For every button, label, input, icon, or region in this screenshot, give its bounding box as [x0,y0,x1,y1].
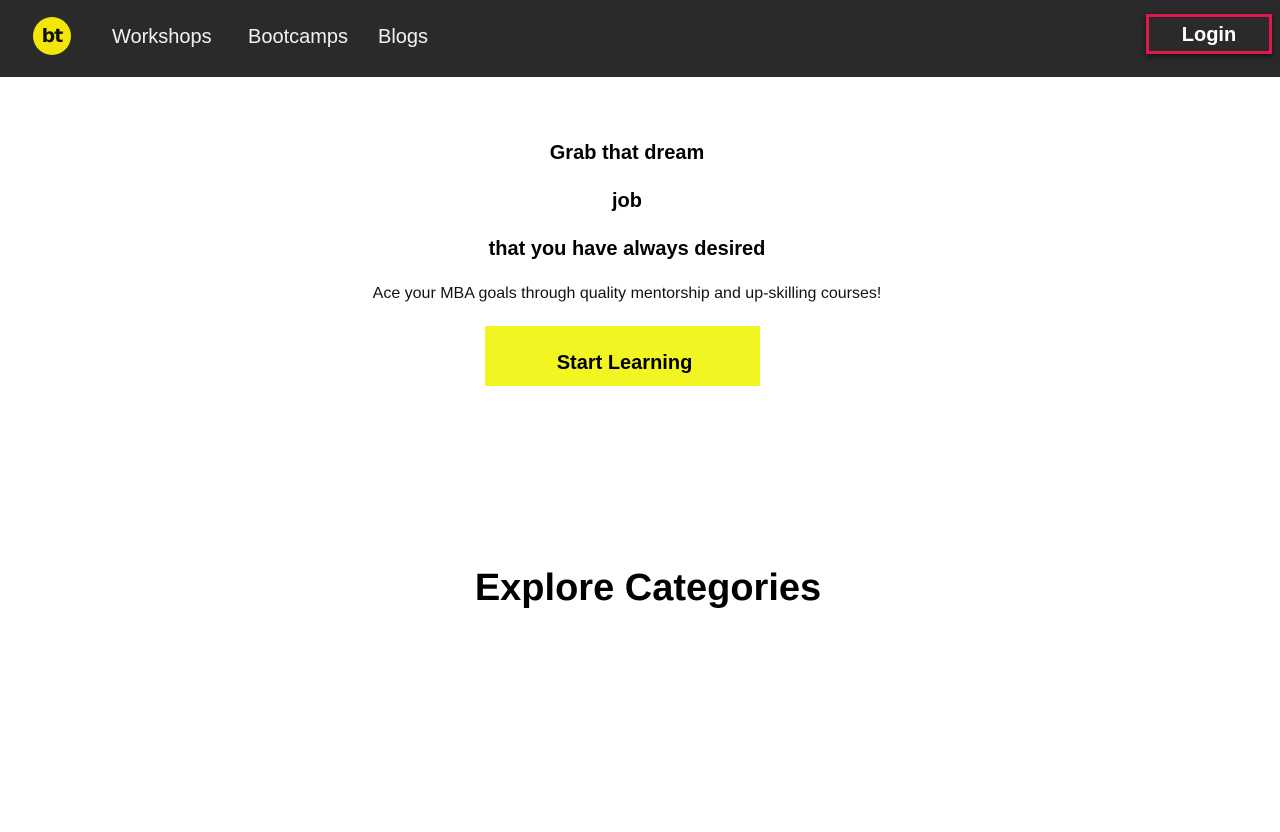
hero-headline-line-3: that you have always desired [488,238,766,260]
nav-link-bootcamps[interactable]: Bootcamps [248,24,348,50]
hero-headline-line-1: Grab that dream [549,142,705,164]
hero-headline-line-2: job [612,190,642,212]
brand-logo[interactable]: bt [33,17,71,55]
explore-categories-title: Explore Categories [474,567,822,609]
nav-link-blogs[interactable]: Blogs [378,24,428,50]
nav-link-workshops[interactable]: Workshops [112,24,212,50]
top-navbar: bt Workshops Bootcamps Blogs Login [0,0,1280,77]
hero-subtitle: Ace your MBA goals through quality mento… [372,285,882,302]
start-learning-button[interactable]: Start Learning [485,326,760,386]
login-button[interactable]: Login [1146,14,1272,54]
